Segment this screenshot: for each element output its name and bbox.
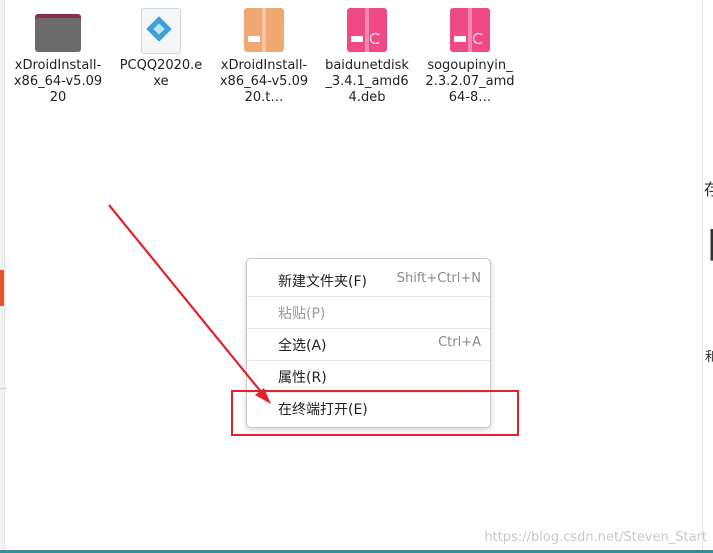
- menu-item-properties[interactable]: 属性(R): [247, 360, 490, 392]
- menu-item-shortcut: Shift+Ctrl+N: [396, 271, 481, 286]
- menu-item-new-folder[interactable]: 新建文件夹(F) Shift+Ctrl+N: [247, 264, 490, 296]
- annotation-highlight-box: [231, 390, 519, 436]
- desktop-file-baidunetdisk-deb[interactable]: baidunetdisk_3.4.1_amd64.deb: [321, 8, 413, 106]
- right-edge-text: 自: [704, 222, 713, 266]
- exe-icon: [137, 8, 185, 54]
- menu-item-shortcut: Ctrl+A: [438, 335, 481, 350]
- menu-item-label: 全选(A): [278, 338, 327, 354]
- right-window-edge: [702, 0, 713, 553]
- dock-active-indicator: [0, 270, 4, 306]
- file-name-label: baidunetdisk_3.4.1_amd64.deb: [325, 58, 409, 105]
- desktop-file-xdroid-folder[interactable]: xDroidInstall-x86_64-v5.0920: [12, 8, 104, 106]
- menu-item-paste: 粘贴(P): [247, 296, 490, 328]
- watermark-text: https://blog.csdn.net/Steven_Start: [484, 530, 707, 545]
- file-name-label: xDroidInstall-x86_64-v5.0920.t…: [219, 58, 309, 105]
- file-name-label: sogoupinyin_2.3.2.07_amd64-8…: [425, 58, 515, 105]
- menu-item-label: 粘贴(P): [278, 306, 326, 322]
- right-edge-text: 和: [705, 350, 713, 365]
- deb-package-icon: [446, 8, 494, 52]
- desktop-file-sogoupinyin-deb[interactable]: sogoupinyin_2.3.2.07_amd64-8…: [424, 8, 516, 106]
- desktop-screen: xDroidInstall-x86_64-v5.0920 PCQQ2020.ex…: [0, 0, 713, 553]
- file-name-label: PCQQ2020.exe: [119, 58, 203, 89]
- right-edge-text: 存: [704, 180, 713, 199]
- desktop-file-xdroid-archive[interactable]: xDroidInstall-x86_64-v5.0920.t…: [218, 8, 310, 106]
- menu-item-label: 属性(R): [278, 370, 327, 386]
- left-edge-divider: [0, 388, 6, 389]
- desktop-file-pcqq-exe[interactable]: PCQQ2020.exe: [115, 8, 207, 90]
- archive-icon: [240, 8, 288, 52]
- file-name-label: xDroidInstall-x86_64-v5.0920: [13, 58, 103, 105]
- menu-item-label: 新建文件夹(F): [278, 274, 367, 290]
- deb-package-icon: [343, 8, 391, 52]
- menu-item-select-all[interactable]: 全选(A) Ctrl+A: [247, 328, 490, 360]
- folder-icon: [34, 8, 82, 52]
